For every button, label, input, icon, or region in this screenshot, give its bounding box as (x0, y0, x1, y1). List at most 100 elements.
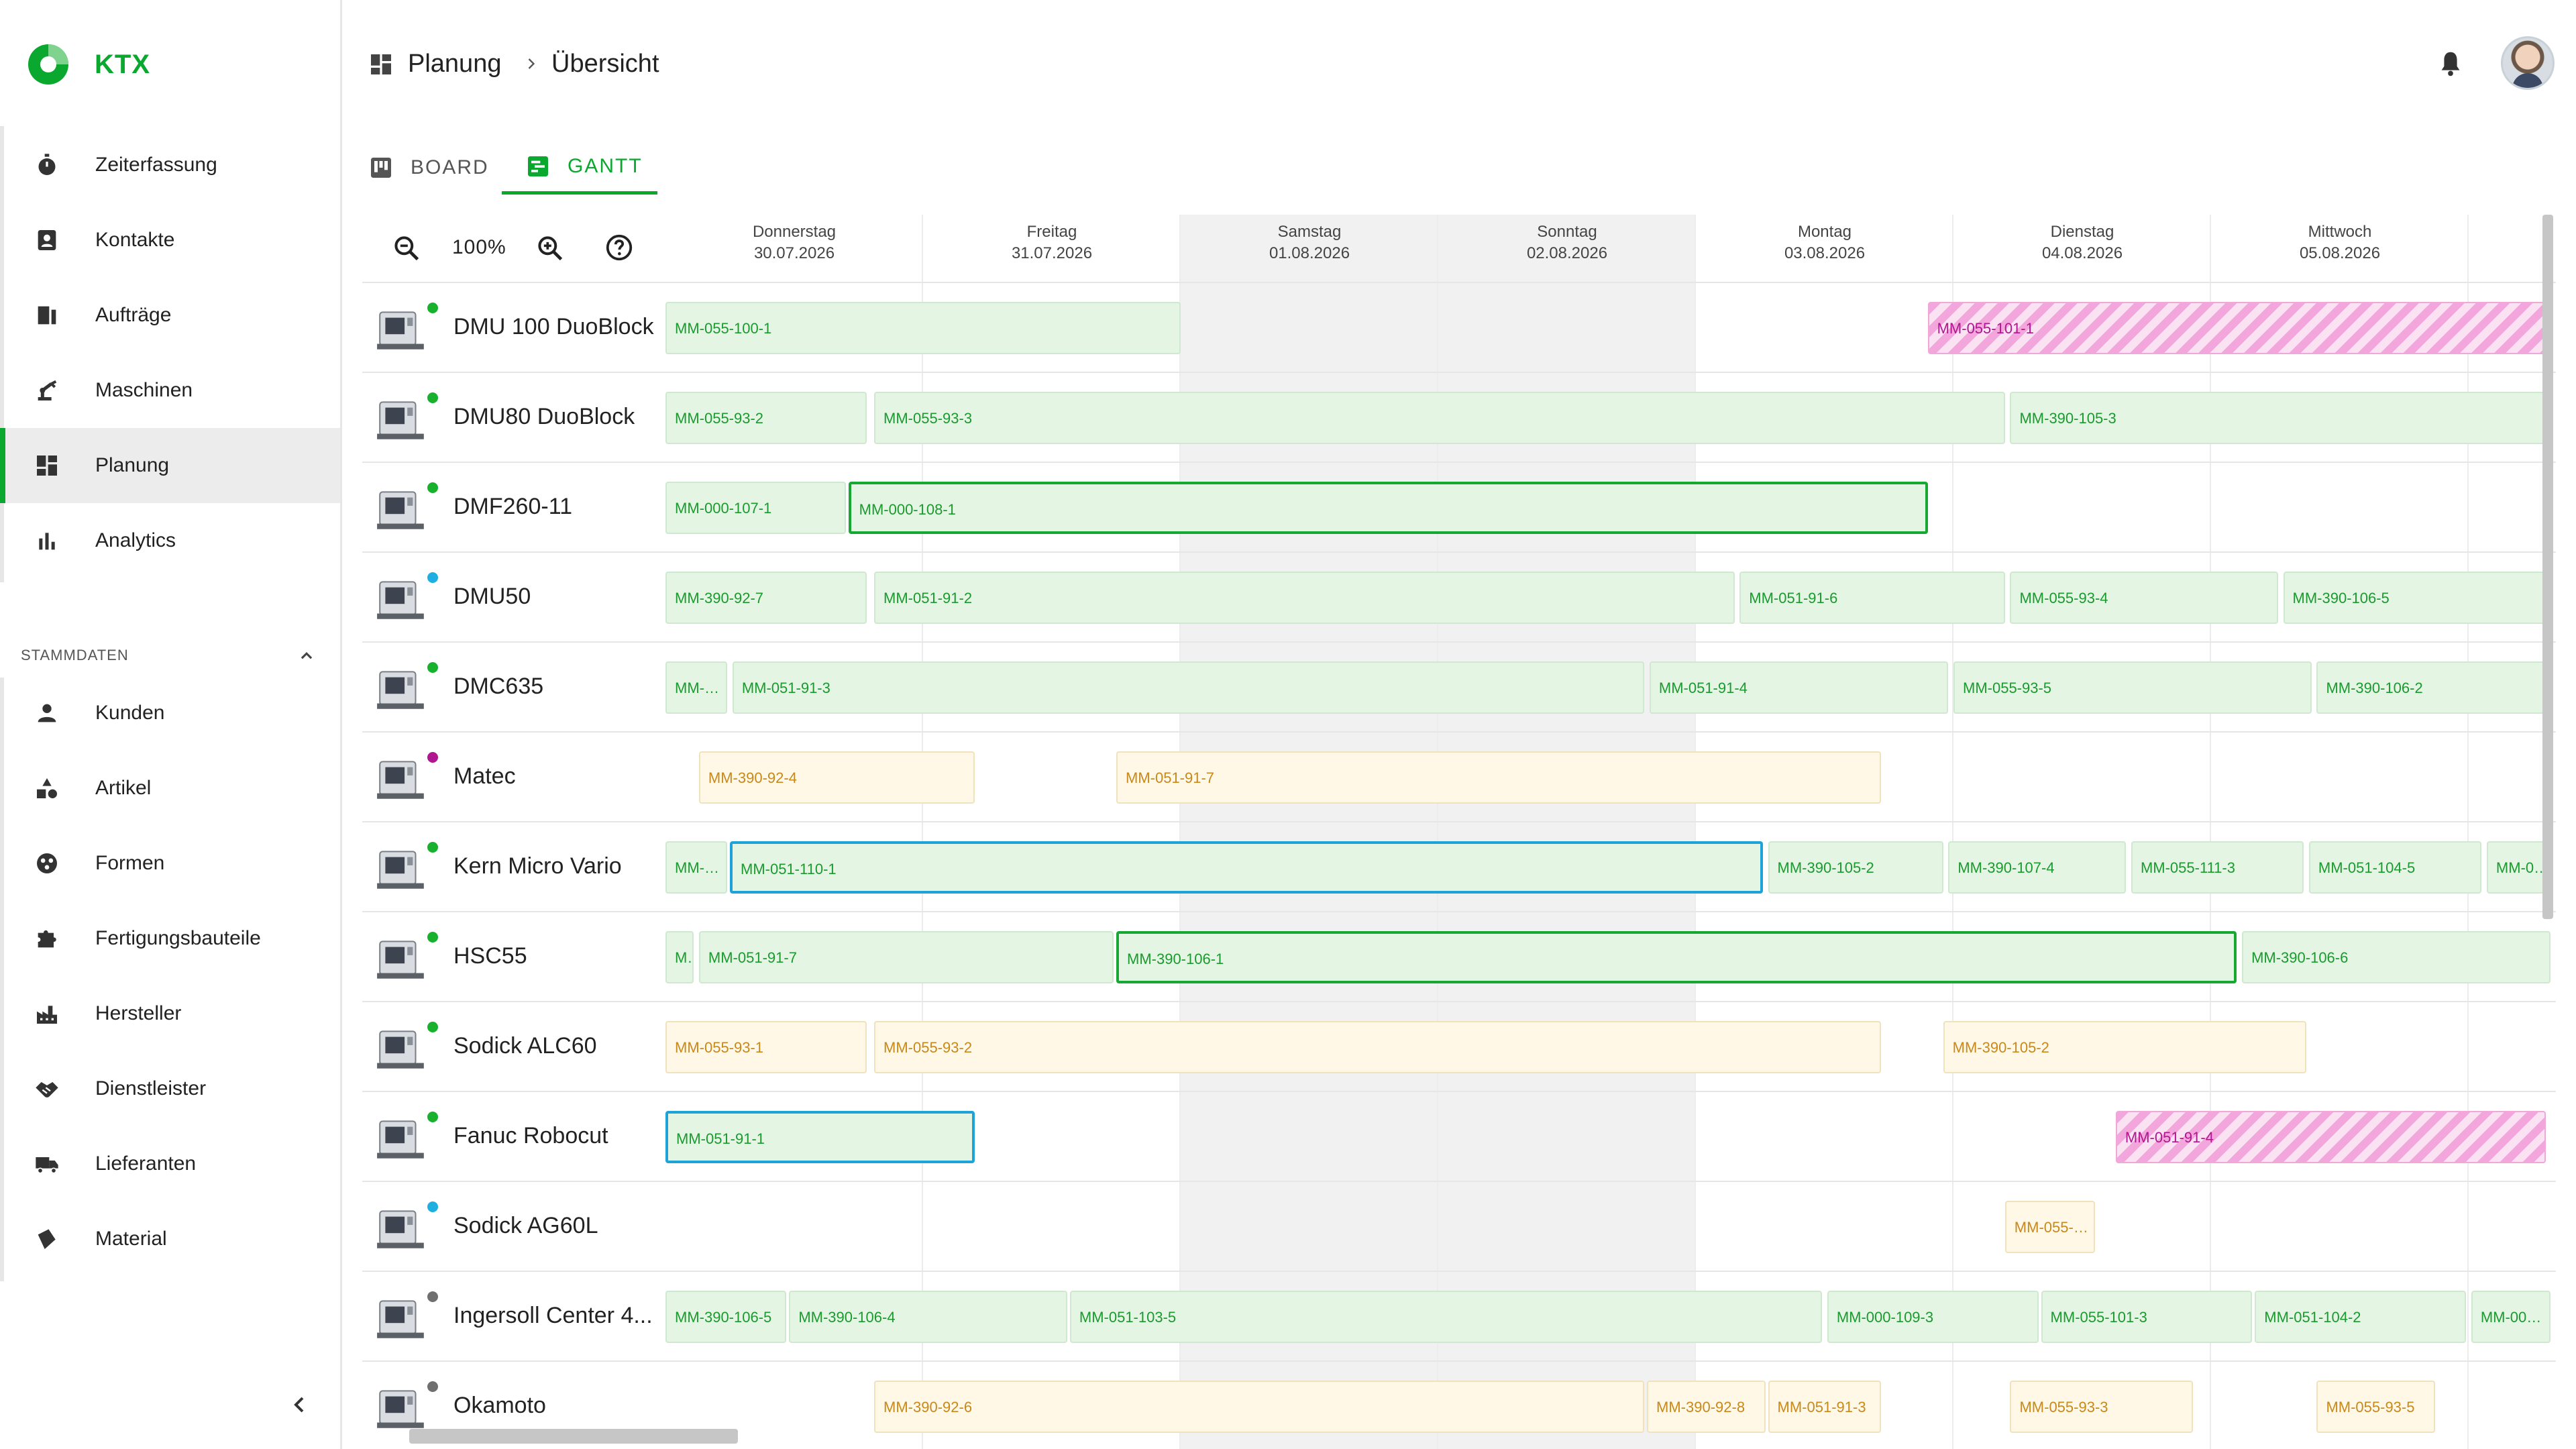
sidebar: KTX Zeiterfassung Kontakte Aufträge Maschin… (0, 0, 342, 1449)
task-bar[interactable]: MM-000-109-3 (1827, 1291, 2039, 1343)
task-bar[interactable]: MM-051-91-3 (732, 661, 1645, 714)
user-avatar[interactable] (2501, 36, 2555, 90)
sidebar-item-kontakte[interactable]: Kontakte (0, 203, 340, 278)
task-bar[interactable]: MM-051-91-7 (698, 931, 1114, 983)
task-bar[interactable]: MM-051-109-1 (665, 841, 728, 894)
task-bar[interactable]: MM-051-91-4 (1649, 661, 1949, 714)
task-bar[interactable]: MM-390-92-8 (1647, 1381, 1766, 1433)
sidebar-item-aufträge[interactable]: Aufträge (0, 278, 340, 353)
help-icon[interactable] (604, 232, 635, 263)
task-bar[interactable]: MM-390-107-4 (1948, 841, 2127, 894)
sidebar-item-artikel[interactable]: Artikel (0, 751, 340, 826)
machine-image (377, 1390, 424, 1428)
task-bar[interactable]: MM-055-93-4 (2010, 572, 2278, 624)
sidebar-item-material[interactable]: Material (0, 1201, 340, 1277)
task-bar[interactable]: MM-051-110-1 (730, 841, 1763, 894)
task-bar[interactable]: MM-055-93-5 (1953, 661, 2312, 714)
task-bar[interactable]: MM-051-91-1 (665, 1111, 975, 1163)
task-bar[interactable]: MM-055-111-3 (2131, 841, 2304, 894)
task-bar[interactable]: MM-390-105-3 (2010, 392, 2551, 444)
task-bar[interactable]: MM-055-101-1 (1927, 302, 2551, 354)
machine-name[interactable]: DMU50 (453, 584, 531, 610)
task-bar[interactable]: MM-390-92-7 (665, 572, 867, 624)
task-bar[interactable]: MM-390-106-4 (789, 1291, 1068, 1343)
collapse-sidebar-icon[interactable] (286, 1391, 313, 1418)
task-bar[interactable]: MM-051-91-2 (874, 572, 1735, 624)
machine-name[interactable]: Sodick ALC60 (453, 1033, 597, 1059)
task-bar[interactable]: MM-055-112-1 (2486, 841, 2551, 894)
machine-name[interactable]: DMU 100 DuoBlock (453, 314, 654, 340)
tab-board[interactable]: BOARD (368, 141, 489, 195)
sidebar-item-analytics[interactable]: Analytics (0, 503, 340, 578)
sidebar-item-hersteller[interactable]: Hersteller (0, 976, 340, 1051)
sidebar-item-fertigungsbauteile[interactable]: Fertigungsbauteile (0, 901, 340, 976)
task-bar[interactable]: MM-055-93-5 (2316, 1381, 2436, 1433)
machine-name[interactable]: Ingersoll Center 4... (453, 1303, 653, 1329)
vertical-scrollbar-thumb[interactable] (2542, 215, 2553, 919)
zoom-in-icon[interactable] (535, 233, 565, 263)
horizontal-scrollbar-thumb[interactable] (409, 1429, 738, 1444)
task-bar[interactable]: MM-390-106-2 (2316, 661, 2551, 714)
task-bar[interactable]: MM-051-91-5 (665, 931, 694, 983)
sidebar-item-zeiterfassung[interactable]: Zeiterfassung (0, 127, 340, 203)
brand[interactable]: KTX (25, 40, 150, 89)
sidebar-item-dienstleister[interactable]: Dienstleister (0, 1051, 340, 1126)
task-bar[interactable]: MM-051-91-6 (1739, 572, 2005, 624)
chevron-right-icon (528, 58, 535, 69)
gantt-row: DMF260-11 MM-000-107-1 MM-000-108-1 (362, 462, 2556, 551)
task-bar[interactable]: MM-055-93-2 (874, 1021, 1882, 1073)
task-bar[interactable]: MM-051-91-4 (2115, 1111, 2546, 1163)
machine-status-dot (425, 840, 440, 855)
task-bar[interactable]: MM-390-106-6 (2242, 931, 2551, 983)
task-bar[interactable]: MM-055-101-3 (2041, 1291, 2253, 1343)
task-bar[interactable]: MM-055-100-1 (665, 302, 1181, 354)
puzzle-icon (38, 930, 56, 948)
sidebar-item-lieferanten[interactable]: Lieferanten (0, 1126, 340, 1201)
sidebar-item-formen[interactable]: Formen (0, 826, 340, 901)
task-bar[interactable]: MM-000-110-1 (2471, 1291, 2551, 1343)
sidebar-item-planung[interactable]: Planung (0, 428, 340, 503)
day-header: Donnerstag06.08.2026 (2469, 221, 2551, 264)
task-bar[interactable]: MM-055-93-9 (2004, 1201, 2096, 1253)
logo-icon (28, 44, 68, 85)
task-bar[interactable]: MM-051-104-5 (2308, 841, 2482, 894)
task-bar[interactable]: MM-000-107-1 (665, 482, 846, 534)
zoom-out-icon[interactable] (392, 233, 421, 263)
breadcrumb-planung[interactable]: Planung (408, 50, 501, 78)
machine-name[interactable]: DMF260-11 (453, 494, 572, 520)
machine-name[interactable]: HSC55 (453, 943, 527, 969)
task-bar[interactable]: MM-055-93-1 (665, 1021, 867, 1073)
task-bar[interactable]: MM-055-93-3 (874, 392, 2005, 444)
machine-name[interactable]: Fanuc Robocut (453, 1123, 608, 1149)
sidebar-item-maschinen[interactable]: Maschinen (0, 353, 340, 428)
task-bar[interactable]: MM-390-105-2 (1768, 841, 1943, 894)
sidebar-item-kunden[interactable]: Kunden (0, 676, 340, 751)
task-bar[interactable]: MM-390-106-5 (2283, 572, 2551, 624)
machine-name[interactable]: Okamoto (453, 1393, 546, 1419)
task-bar[interactable]: MM-051-104-2 (2255, 1291, 2467, 1343)
chevron-up-icon[interactable] (295, 644, 318, 667)
task-bar[interactable]: MM-390-92-4 (698, 751, 975, 804)
task-bar[interactable]: MM-051-91-3 (1768, 1381, 1882, 1433)
task-bar[interactable]: MM-390-106-5 (665, 1291, 787, 1343)
task-bar[interactable]: MM-000-108-1 (848, 482, 1928, 534)
machine-name[interactable]: DMU80 DuoBlock (453, 404, 635, 430)
machine-image (377, 311, 424, 350)
machine-name[interactable]: Kern Micro Vario (453, 853, 622, 879)
task-bar[interactable]: MM-051-103-5 (1069, 1291, 1823, 1343)
bell-icon[interactable] (2435, 48, 2466, 79)
dashboard-icon (371, 54, 391, 74)
task-bar[interactable]: MM-055-93-2 (665, 392, 867, 444)
machine-name[interactable]: Sodick AG60L (453, 1213, 598, 1239)
task-bar[interactable]: MM-051-91-0 (665, 661, 728, 714)
machine-name[interactable]: Matec (453, 763, 516, 790)
task-bar[interactable]: MM-390-106-1 (1116, 931, 2237, 983)
machine-name[interactable]: DMC635 (453, 674, 543, 700)
tab-gantt[interactable]: GANTT (502, 141, 657, 195)
topbar (342, 0, 2576, 127)
task-bar[interactable]: MM-390-92-6 (874, 1381, 1645, 1433)
task-bar[interactable]: MM-051-91-7 (1116, 751, 1882, 804)
sidebar-item-label: Formen (95, 852, 165, 874)
task-bar[interactable]: MM-390-105-2 (1943, 1021, 2307, 1073)
task-bar[interactable]: MM-055-93-3 (2010, 1381, 2194, 1433)
